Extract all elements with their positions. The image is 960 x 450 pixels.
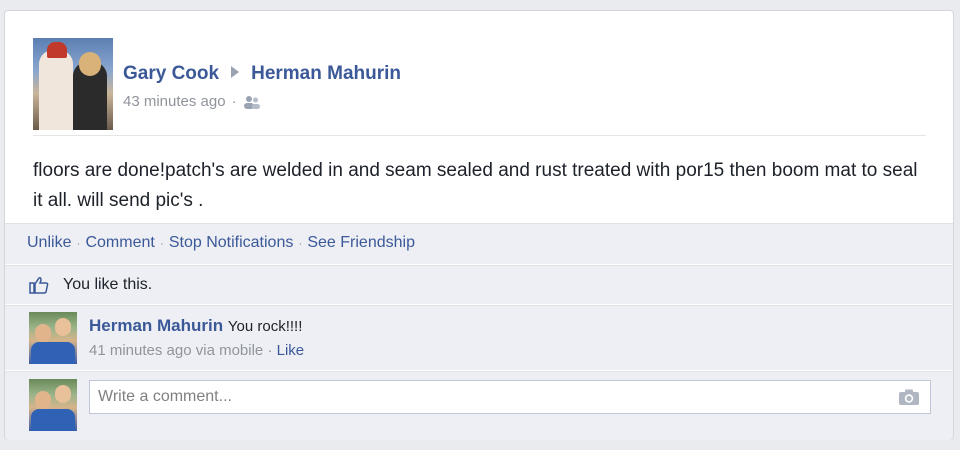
separator-dot: · — [76, 236, 81, 250]
camera-icon[interactable] — [898, 388, 920, 406]
comment-timestamp[interactable]: 41 minutes ago via mobile — [89, 342, 263, 359]
arrow-right-icon — [231, 66, 240, 78]
comment-content: Herman Mahurin You rock!!!! — [89, 316, 302, 336]
commenter-avatar[interactable] — [29, 312, 77, 364]
likes-summary: You like this. — [63, 276, 153, 293]
comment-meta: 41 minutes ago via mobile · Like — [89, 342, 304, 359]
comment-input-placeholder: Write a comment... — [98, 388, 232, 405]
post-header: Gary Cook Herman Mahurin — [123, 63, 401, 85]
post-timestamp[interactable]: 43 minutes ago — [123, 93, 226, 110]
avatar-figure — [31, 342, 75, 364]
author-avatar[interactable] — [33, 38, 113, 130]
post-meta: 43 minutes ago · — [123, 93, 261, 110]
comment-like-link[interactable]: Like — [277, 342, 305, 359]
separator-dot: · — [298, 236, 303, 250]
avatar-figure — [35, 324, 51, 342]
stop-notifications-link[interactable]: Stop Notifications — [169, 234, 294, 251]
comment-text: You rock!!!! — [227, 318, 303, 335]
comment-composer: Write a comment... — [5, 371, 953, 440]
avatar-figure — [47, 42, 67, 58]
viewer-avatar — [29, 379, 77, 431]
separator-dot: · — [231, 93, 237, 110]
thumbs-up-icon — [29, 277, 49, 294]
see-friendship-link[interactable]: See Friendship — [307, 234, 415, 251]
unlike-link[interactable]: Unlike — [27, 234, 71, 251]
separator-dot: · — [267, 342, 273, 359]
friends-icon[interactable] — [243, 95, 261, 109]
divider — [33, 135, 926, 136]
action-bar: Unlike · Comment · Stop Notifications · See Fr… — [5, 223, 953, 264]
commenter-name-link[interactable]: Herman Mahurin — [89, 316, 223, 335]
avatar-figure — [55, 318, 71, 336]
separator-dot: · — [159, 236, 164, 250]
post-card: Gary Cook Herman Mahurin 43 minutes ago · … — [4, 10, 954, 440]
comment-link[interactable]: Comment — [85, 234, 154, 251]
comment-input[interactable]: Write a comment... — [89, 380, 931, 414]
avatar-figure — [31, 409, 75, 431]
avatar-figure — [79, 52, 101, 76]
target-name-link[interactable]: Herman Mahurin — [251, 63, 401, 84]
post-body: floors are done!patch's are welded in an… — [33, 160, 918, 211]
avatar-figure — [55, 385, 71, 403]
likes-row: You like this. — [5, 265, 953, 304]
avatar-figure — [35, 391, 51, 409]
comment-item: Herman Mahurin You rock!!!! 41 minutes a… — [5, 305, 953, 370]
avatar-figure — [39, 50, 73, 130]
author-name-link[interactable]: Gary Cook — [123, 63, 219, 84]
